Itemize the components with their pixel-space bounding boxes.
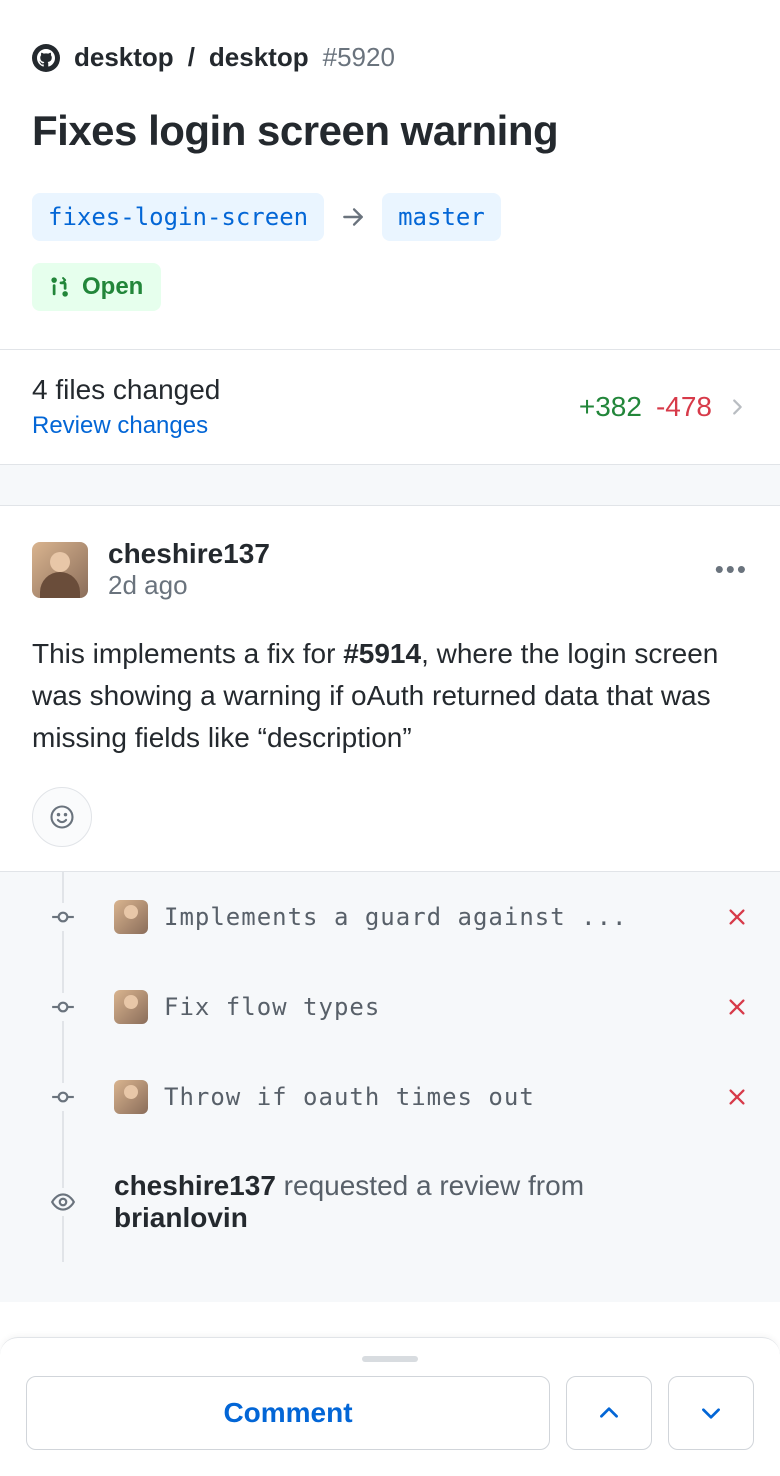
files-changed-count: 4 files changed xyxy=(32,374,220,406)
avatar xyxy=(114,1080,148,1114)
timeline-commit[interactable]: Throw if oauth times out xyxy=(32,1052,748,1142)
issue-reference-link[interactable]: #5914 xyxy=(343,638,421,669)
timeline-commit[interactable]: Fix flow types xyxy=(32,962,748,1052)
chevron-right-icon xyxy=(726,396,748,418)
commit-icon xyxy=(49,993,77,1021)
avatar[interactable] xyxy=(32,542,88,598)
review-changes-link[interactable]: Review changes xyxy=(32,412,220,440)
breadcrumb-repo[interactable]: desktop xyxy=(209,42,309,73)
commit-icon xyxy=(49,903,77,931)
timeline-review-request: cheshire137 requested a review from bria… xyxy=(32,1142,748,1262)
files-changed-row[interactable]: 4 files changed Review changes +382 -478 xyxy=(0,349,780,464)
comment-button[interactable]: Comment xyxy=(26,1376,550,1450)
pr-number: #5920 xyxy=(323,42,395,73)
breadcrumb-slash: / xyxy=(188,42,195,73)
chevron-up-icon xyxy=(596,1400,622,1426)
diff-deletions: -478 xyxy=(656,391,712,423)
add-reaction-button[interactable] xyxy=(32,787,92,847)
chevron-down-icon xyxy=(698,1400,724,1426)
commit-message: Fix flow types xyxy=(164,993,710,1021)
eye-icon xyxy=(49,1188,77,1216)
review-request-target[interactable]: brianlovin xyxy=(114,1202,248,1233)
arrow-right-icon xyxy=(340,204,366,230)
avatar xyxy=(114,990,148,1024)
comment-overflow-menu[interactable]: ••• xyxy=(715,554,748,585)
commit-icon xyxy=(49,1083,77,1111)
comment-body: This implements a fix for #5914, where t… xyxy=(32,633,748,759)
status-fail-icon[interactable] xyxy=(726,906,748,928)
next-button[interactable] xyxy=(668,1376,754,1450)
commit-message: Implements a guard against ... xyxy=(164,903,710,931)
comment-author[interactable]: cheshire137 xyxy=(108,538,270,570)
branch-target[interactable]: master xyxy=(382,193,501,241)
timeline: Implements a guard against ... Fix flow … xyxy=(0,871,780,1302)
bottom-sheet: Comment xyxy=(0,1337,780,1476)
breadcrumb: desktop / desktop #5920 xyxy=(32,42,748,73)
status-fail-icon[interactable] xyxy=(726,1086,748,1108)
branch-source[interactable]: fixes-login-screen xyxy=(32,193,324,241)
diff-additions: +382 xyxy=(579,391,642,423)
github-logo-icon xyxy=(32,44,60,72)
review-request-actor[interactable]: cheshire137 xyxy=(114,1170,276,1201)
avatar xyxy=(114,900,148,934)
comment-timestamp: 2d ago xyxy=(108,570,270,601)
breadcrumb-owner[interactable]: desktop xyxy=(74,42,174,73)
section-divider xyxy=(0,464,780,506)
git-pull-request-icon xyxy=(50,276,72,298)
status-fail-icon[interactable] xyxy=(726,996,748,1018)
drag-handle[interactable] xyxy=(362,1356,418,1362)
pr-status-badge: Open xyxy=(32,263,161,311)
prev-button[interactable] xyxy=(566,1376,652,1450)
commit-message: Throw if oauth times out xyxy=(164,1083,710,1111)
timeline-commit[interactable]: Implements a guard against ... xyxy=(32,872,748,962)
smiley-icon xyxy=(48,803,76,831)
pr-title: Fixes login screen warning xyxy=(32,107,748,155)
pr-status-label: Open xyxy=(82,273,143,301)
